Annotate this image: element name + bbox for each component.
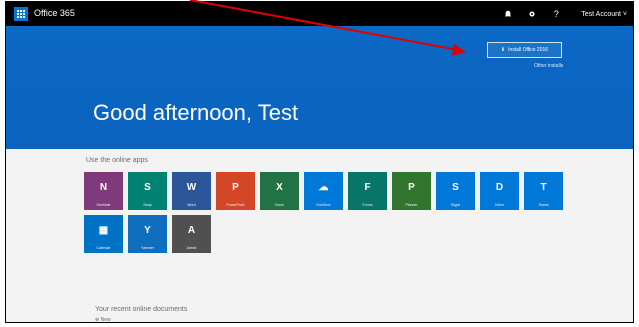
powerpoint-icon: P: [232, 181, 239, 193]
app-tile-calendar[interactable]: ▦ Calendar: [84, 215, 123, 253]
app-tile-label: OneNote: [96, 203, 111, 207]
yammer-icon: Y: [144, 224, 151, 236]
admin-icon: A: [187, 224, 196, 236]
app-tile-admin[interactable]: A Admin: [172, 215, 211, 253]
app-tile-powerpoint[interactable]: P PowerPoint: [216, 172, 255, 210]
app-tile-label: Delve: [495, 203, 504, 207]
install-button-label: Install Office 2016: [508, 47, 549, 53]
new-document-link[interactable]: ⊕ New: [95, 317, 111, 323]
other-installs-link[interactable]: Other installs: [534, 63, 563, 69]
apps-section-label: Use the online apps: [86, 157, 148, 164]
app-tile-forms[interactable]: F Forms: [348, 172, 387, 210]
app-tile-label: Planner: [405, 203, 418, 207]
app-tile-label: Teams: [538, 203, 549, 207]
recent-documents-label: Your recent online documents: [95, 306, 188, 313]
install-office-button[interactable]: ⬇ Install Office 2016: [487, 42, 562, 58]
app-tile-label: Yammer: [141, 246, 154, 250]
app-launcher-icon[interactable]: [14, 7, 28, 21]
app-tile-label: PowerPoint: [226, 203, 245, 207]
app-tile-label: Admin: [186, 246, 197, 250]
app-title[interactable]: Office 365: [34, 8, 75, 18]
calendar-icon: ▦: [98, 224, 109, 236]
app-tile-excel[interactable]: X Excel: [260, 172, 299, 210]
greeting-heading: Good afternoon, Test: [93, 100, 299, 125]
top-bar: Office 365 ? Test Account ˅: [6, 2, 633, 26]
word-icon: W: [186, 181, 197, 193]
top-icons: ? Test Account ˅: [503, 6, 627, 22]
app-tile-sway[interactable]: S Sway: [128, 172, 167, 210]
planner-icon: P: [408, 181, 415, 193]
app-tile-label: Skype: [450, 203, 461, 207]
gear-icon[interactable]: [527, 9, 537, 19]
app-tile-label: Excel: [275, 203, 284, 207]
app-tile-teams[interactable]: T Teams: [524, 172, 563, 210]
app-tile-delve[interactable]: D Delve: [480, 172, 519, 210]
new-label: New: [100, 317, 111, 323]
browser-frame: Office 365 ? Test Account ˅ ⬇ Install Of…: [5, 1, 634, 323]
app-tile-label: OneDrive: [316, 203, 331, 207]
help-icon[interactable]: ?: [551, 9, 561, 19]
account-menu[interactable]: Test Account ˅: [581, 11, 627, 18]
teams-icon: T: [540, 181, 547, 193]
bell-icon[interactable]: [503, 9, 513, 19]
app-tile-skype[interactable]: S Skype: [436, 172, 475, 210]
app-tile-word[interactable]: W Word: [172, 172, 211, 210]
onenote-icon: N: [99, 181, 108, 193]
skype-icon: S: [452, 181, 459, 193]
excel-icon: X: [276, 181, 283, 193]
forms-icon: F: [364, 181, 371, 193]
app-tiles: N OneNote S Sway W Word P PowerPoint X Excel ☁ OneD…: [84, 172, 564, 253]
app-tile-yammer[interactable]: Y Yammer: [128, 215, 167, 253]
app-tile-label: Calendar: [96, 246, 111, 250]
main-content: Use the online apps N OneNote S Sway W Word P P…: [6, 149, 633, 323]
account-label: Test Account: [581, 10, 621, 18]
app-tile-planner[interactable]: P Planner: [392, 172, 431, 210]
app-tile-onedrive[interactable]: ☁ OneDrive: [304, 172, 343, 210]
sway-icon: S: [144, 181, 151, 193]
onedrive-icon: ☁: [318, 181, 329, 193]
app-tile-label: Sway: [143, 203, 152, 207]
app-tile-label: Word: [187, 203, 196, 207]
hero-banner: ⬇ Install Office 2016 Other installs Goo…: [6, 26, 633, 149]
download-icon: ⬇: [500, 47, 506, 53]
app-tile-label: Forms: [362, 203, 373, 207]
delve-icon: D: [495, 181, 504, 193]
app-tile-onenote[interactable]: N OneNote: [84, 172, 123, 210]
